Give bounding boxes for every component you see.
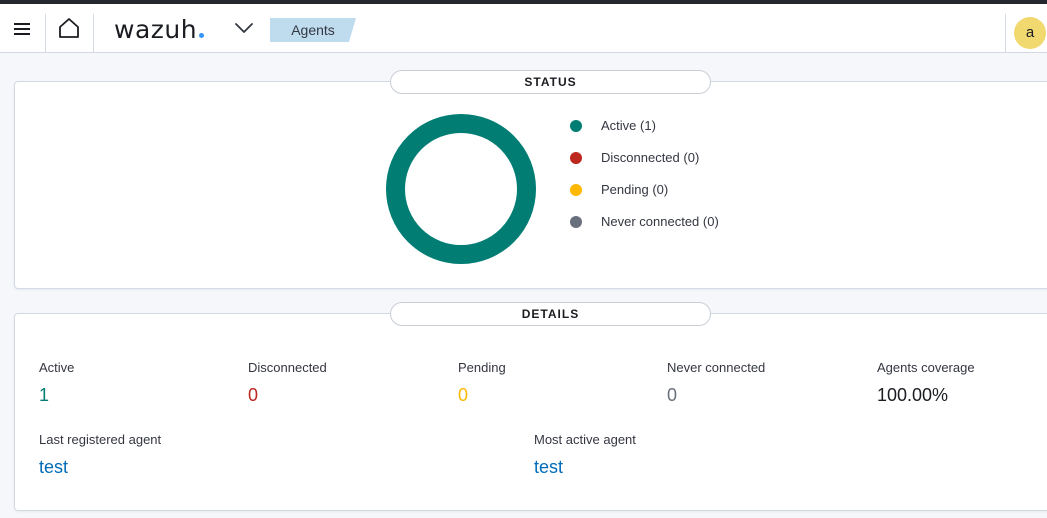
header-divider bbox=[1005, 14, 1006, 52]
legend-dot-never-connected bbox=[570, 216, 582, 228]
stat-value-active[interactable]: 1 bbox=[39, 384, 74, 406]
wazuh-logo[interactable]: wazuh bbox=[114, 14, 205, 46]
user-avatar[interactable]: a bbox=[1014, 17, 1046, 49]
stat-value-pending[interactable]: 0 bbox=[458, 384, 506, 406]
legend-label: Disconnected (0) bbox=[601, 150, 700, 165]
logo-dot bbox=[199, 33, 205, 38]
last-registered-agent: Last registered agent test bbox=[39, 432, 161, 478]
legend-label: Active (1) bbox=[601, 118, 656, 133]
legend-dot-disconnected bbox=[570, 152, 582, 164]
menu-icon[interactable] bbox=[12, 20, 32, 38]
donut-segment-active bbox=[386, 114, 536, 264]
stat-label: Never connected bbox=[667, 360, 766, 375]
legend-label: Pending (0) bbox=[601, 182, 669, 197]
details-title: DETAILS bbox=[390, 302, 711, 326]
stat-label: Active bbox=[39, 360, 75, 375]
stat-active: Active 1 bbox=[39, 360, 74, 406]
stat-never-connected: Never connected 0 bbox=[667, 360, 765, 406]
status-donut-chart[interactable] bbox=[385, 113, 537, 265]
stat-value-never-connected[interactable]: 0 bbox=[667, 384, 765, 406]
legend-dot-active bbox=[570, 120, 582, 132]
last-registered-agent-label: Last registered agent bbox=[39, 432, 162, 447]
stat-value-agents-coverage: 100.00% bbox=[877, 385, 949, 405]
header-divider bbox=[93, 14, 94, 52]
most-active-agent: Most active agent test bbox=[534, 432, 636, 478]
chevron-down-icon[interactable] bbox=[234, 21, 254, 35]
home-icon[interactable] bbox=[57, 16, 81, 40]
status-title: STATUS bbox=[390, 70, 711, 94]
stat-label: Pending bbox=[458, 360, 506, 375]
most-active-agent-label: Most active agent bbox=[534, 432, 636, 447]
app-header: wazuh Agents a bbox=[0, 4, 1047, 53]
last-registered-agent-link[interactable]: test bbox=[39, 456, 68, 478]
legend-dot-pending bbox=[570, 184, 582, 196]
stat-disconnected: Disconnected 0 bbox=[248, 360, 327, 406]
legend-label: Never connected (0) bbox=[601, 214, 719, 229]
stat-agents-coverage: Agents coverage 100.00% bbox=[877, 360, 975, 406]
most-active-agent-link[interactable]: test bbox=[534, 456, 563, 478]
stat-pending: Pending 0 bbox=[458, 360, 506, 406]
details-panel bbox=[14, 313, 1047, 511]
stat-value-disconnected[interactable]: 0 bbox=[248, 384, 327, 406]
stat-label: Disconnected bbox=[248, 360, 327, 375]
header-divider bbox=[45, 14, 46, 52]
logo-text: wazuh bbox=[114, 15, 198, 44]
breadcrumb-agents[interactable]: Agents bbox=[270, 18, 356, 42]
breadcrumb-label: Agents bbox=[291, 22, 335, 38]
stat-label: Agents coverage bbox=[877, 360, 975, 375]
